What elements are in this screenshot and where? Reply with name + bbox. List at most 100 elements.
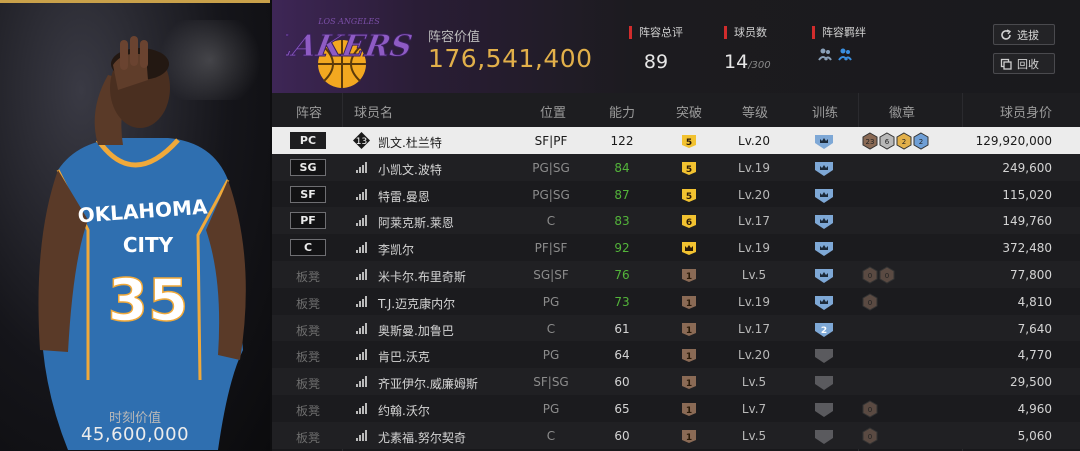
player-ability: 92 [614, 241, 630, 256]
slot-tag[interactable]: PC [290, 132, 326, 149]
svg-text:0: 0 [868, 299, 872, 307]
table-row[interactable]: 板凳 齐亚伊尔.威廉姆斯 SF|SG 60 1 Lv.5 29,500 [272, 368, 1080, 396]
player-name[interactable]: 肯巴.沃克 [378, 348, 430, 365]
table-row[interactable]: PC 13 凯文.杜兰特 SF|PF 122 5 Lv.20 23 6 2 2 129,920,000 [272, 127, 1080, 154]
svg-text:1: 1 [686, 433, 692, 443]
signal-icon [356, 295, 367, 307]
player-name[interactable]: 奥斯曼.加鲁巴 [378, 322, 454, 339]
slot-tag[interactable]: SF [290, 185, 326, 203]
player-ability: 60 [614, 428, 630, 443]
table-row[interactable]: 板凳 约翰.沃尔 PG 65 1 Lv.7 0 4,960 [272, 395, 1080, 422]
recycle-icon [1000, 58, 1012, 70]
training-icon [815, 295, 833, 310]
badge-hex-icon: 2 [913, 132, 929, 150]
recycle-button[interactable]: 回收 [993, 53, 1055, 74]
col-ability[interactable]: 能力 [609, 102, 635, 121]
player-price: 149,760 [1002, 214, 1052, 229]
slot-tag[interactable]: C [290, 239, 326, 257]
player-name[interactable]: 阿莱克斯.莱恩 [378, 214, 454, 231]
slot-tag[interactable]: PF [290, 212, 326, 230]
player-name[interactable]: T.J.迈克康内尔 [378, 295, 455, 312]
player-ability: 73 [614, 294, 630, 309]
signal-icon [356, 188, 367, 200]
badge-hex-icon: 23 [862, 132, 878, 150]
table-row[interactable]: 板凳 肯巴.沃克 PG 64 1 Lv.20 4,770 [272, 341, 1080, 369]
table-row[interactable]: SG 小凯文.波特 PG|SG 84 5 Lv.19 249,600 [272, 153, 1080, 181]
player-ability: 87 [614, 187, 630, 202]
slot-bench[interactable]: 板凳 [296, 348, 320, 365]
slot-bench[interactable]: 板凳 [296, 429, 320, 446]
breakthrough-icon: 6 [682, 215, 696, 229]
col-level[interactable]: 等级 [742, 102, 768, 121]
badge-hex-icon: 6 [879, 132, 895, 150]
slot-bench[interactable]: 板凳 [296, 402, 320, 419]
svg-text:6: 6 [686, 218, 692, 228]
table-row[interactable]: PF 阿莱克斯.莱恩 C 83 6 Lv.17 149,760 [272, 207, 1080, 235]
col-badges[interactable]: 徽章 [889, 102, 915, 121]
player-name[interactable]: 尤素福.努尔契奇 [378, 429, 466, 446]
moment-value: 45,600,000 [80, 424, 190, 445]
table-row[interactable]: C 李凯尔 PF|SF 92 Lv.19 372,480 [272, 234, 1080, 262]
slot-bench[interactable]: 板凳 [296, 375, 320, 392]
training-icon [815, 376, 833, 391]
col-training[interactable]: 训练 [812, 102, 838, 121]
player-price: 7,640 [1017, 321, 1052, 336]
breakthrough-icon: 5 [682, 161, 696, 175]
table-row[interactable]: SF 特雷.曼恩 PG|SG 87 5 Lv.20 115,020 [272, 180, 1080, 208]
lineup-rating-label: 阵容总评 [629, 26, 683, 39]
badge-list: 0 [862, 400, 878, 418]
player-level: Lv.19 [738, 294, 770, 309]
lineup-value-label: 阵容价值 [428, 30, 481, 45]
training-icon [815, 349, 833, 364]
card-top-rim [0, 0, 270, 3]
slot-bench[interactable]: 板凳 [296, 268, 320, 285]
col-player-name[interactable]: 球员名 [354, 102, 393, 121]
col-breakthrough[interactable]: 突破 [676, 102, 702, 121]
player-name[interactable]: 小凯文.波特 [378, 161, 442, 178]
player-name[interactable]: 特雷.曼恩 [378, 188, 430, 205]
player-count-max: /300 [748, 60, 771, 71]
table-row[interactable]: 板凳 奥斯曼.加鲁巴 C 61 1 Lv.17 2 7,640 [272, 314, 1080, 342]
player-level: Lv.20 [738, 348, 770, 363]
player-position: PG|SG [532, 160, 570, 175]
svg-text:1: 1 [686, 352, 692, 362]
player-name[interactable]: 凯文.杜兰特 [378, 134, 442, 151]
lineup-rating: 阵容总评 89 [629, 26, 683, 73]
player-name[interactable]: 李凯尔 [378, 241, 414, 258]
breakthrough-icon: 1 [682, 349, 696, 363]
signal-icon [356, 242, 367, 254]
bond-people-icon[interactable] [818, 47, 832, 61]
svg-text:0: 0 [885, 272, 889, 280]
svg-text:23: 23 [866, 138, 875, 146]
slot-tag[interactable]: SG [290, 158, 326, 176]
training-icon [815, 269, 833, 283]
badge-list: 0 [862, 293, 878, 311]
breakthrough-icon: 1 [682, 429, 696, 443]
table-row[interactable]: 板凳 T.J.迈克康内尔 PG 73 1 Lv.19 0 4,810 [272, 287, 1080, 315]
player-level: Lv.17 [738, 321, 770, 336]
col-lineup[interactable]: 阵容 [296, 102, 322, 121]
badge-hex-icon: 0 [862, 427, 878, 445]
player-name[interactable]: 齐亚伊尔.威廉姆斯 [378, 375, 478, 392]
badge-list: 23 6 2 2 [862, 132, 929, 150]
svg-text:5: 5 [686, 192, 692, 202]
player-name[interactable]: 约翰.沃尔 [378, 402, 430, 419]
svg-text:2: 2 [902, 138, 906, 146]
select-button[interactable]: 选拔 [993, 24, 1055, 45]
player-level: Lv.20 [738, 134, 770, 148]
training-icon [815, 215, 833, 230]
slot-bench[interactable]: 板凳 [296, 322, 320, 339]
player-position: C [546, 214, 556, 229]
svg-text:2: 2 [821, 326, 827, 336]
player-price: 4,810 [1017, 294, 1052, 309]
slot-bench[interactable]: 板凳 [296, 295, 320, 312]
col-price[interactable]: 球员身价 [1000, 102, 1052, 121]
player-name[interactable]: 米卡尔.布里奇斯 [378, 268, 466, 285]
player-position: SG|SF [533, 268, 569, 282]
signal-icon [356, 322, 367, 334]
table-row[interactable]: 板凳 尤素福.努尔契奇 C 60 1 Lv.5 0 5,060 [272, 421, 1080, 449]
bond-people-active-icon[interactable] [838, 47, 852, 61]
table-row[interactable]: 板凳 米卡尔.布里奇斯 SG|SF 76 1 Lv.5 0 0 77,800 [272, 261, 1080, 288]
player-position: PF|SF [534, 241, 568, 256]
col-position[interactable]: 位置 [540, 102, 566, 121]
